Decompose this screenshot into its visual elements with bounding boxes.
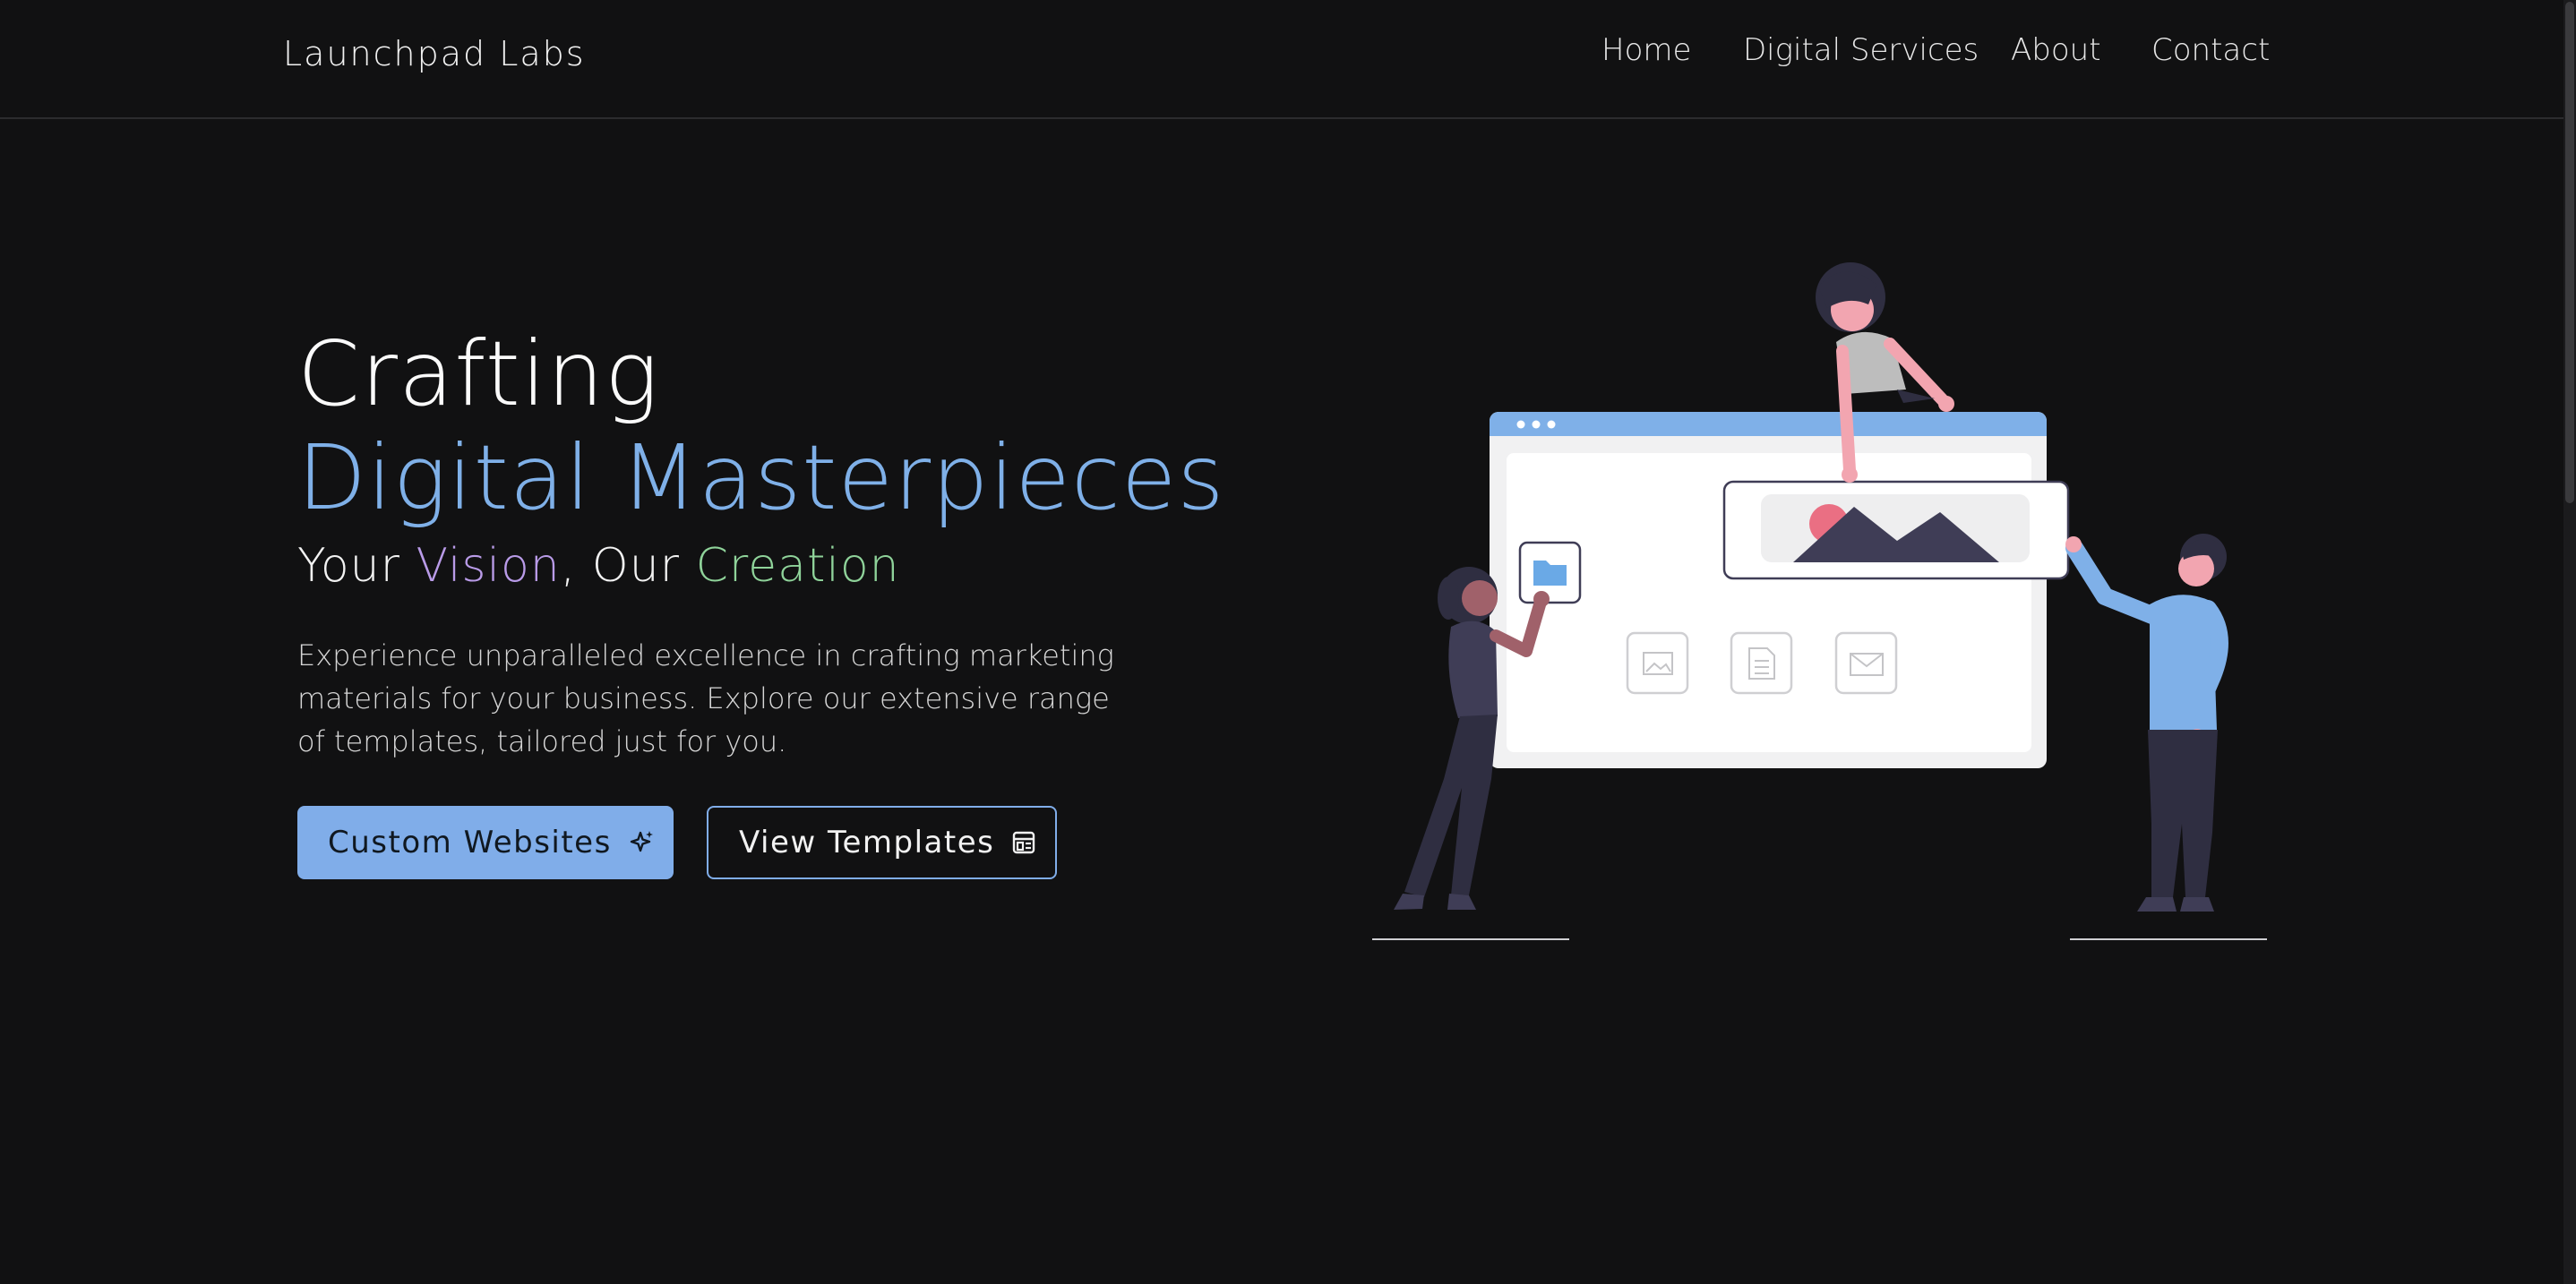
nav-link-digital-services[interactable]: Digital Services <box>1743 32 1979 68</box>
image-card-illustration <box>1722 480 2070 580</box>
nav-link-home[interactable]: Home <box>1601 32 1691 68</box>
nav-link-about[interactable]: About <box>2011 32 2101 68</box>
sparkle-icon <box>628 828 657 857</box>
tagline-vision: Vision <box>416 539 561 593</box>
tagline-part2: , Our <box>560 539 696 593</box>
scrollbar-thumb[interactable] <box>2565 2 2574 503</box>
tagline-part1: Your <box>297 539 416 593</box>
hero-title-line2: Digital Masterpieces <box>297 425 1225 530</box>
hero-tagline: Your Vision, Our Creation <box>297 539 1283 593</box>
hero-title-line1: Crafting <box>297 321 660 426</box>
hero-illustration <box>1372 262 2267 940</box>
nav-links: Home Digital Services About Contact <box>0 32 2563 75</box>
custom-websites-button[interactable]: Custom Websites <box>297 806 674 879</box>
page-bottom-area <box>0 1048 2563 1284</box>
template-layout-icon <box>1010 829 1037 856</box>
navbar: Launchpad Labs Home Digital Services Abo… <box>0 0 2563 119</box>
nav-link-contact[interactable]: Contact <box>2151 32 2270 68</box>
view-templates-button[interactable]: View Templates <box>707 806 1057 879</box>
page-scrollbar[interactable] <box>2563 0 2576 1284</box>
view-templates-label: View Templates <box>739 825 995 860</box>
hero-title: Crafting Digital Masterpieces <box>297 322 1283 530</box>
custom-websites-label: Custom Websites <box>328 825 612 860</box>
hero-description: Experience unparalleled excellence in cr… <box>297 638 1114 758</box>
hero-text: Crafting Digital Masterpieces Your Visio… <box>297 322 1283 763</box>
person-right-illustration <box>2065 534 2267 940</box>
tagline-creation: Creation <box>695 539 900 593</box>
folder-icon <box>1518 541 1582 604</box>
